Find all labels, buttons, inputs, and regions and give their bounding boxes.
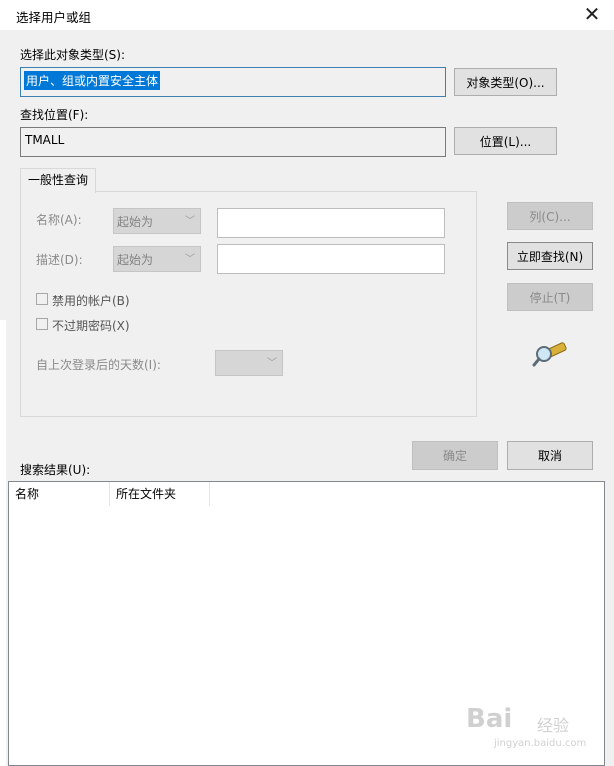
name-mode-value: 起始为 [117, 215, 154, 229]
object-type-field[interactable]: 用户、组或内置安全主体 [20, 67, 446, 97]
search-results-list[interactable]: 名称 所在文件夹 [8, 481, 605, 766]
location-value: TMALL [25, 133, 65, 147]
watermark-brand: Bai [466, 704, 513, 734]
column-header-folder[interactable]: 所在文件夹 [110, 482, 210, 506]
column-header-name[interactable]: 名称 [9, 482, 110, 506]
name-label: 名称(A): [36, 213, 82, 227]
days-since-logon-select[interactable]: ﹀ [215, 350, 283, 376]
object-types-button[interactable]: 对象类型(O)... [454, 68, 557, 96]
disabled-accounts-label: 禁用的帐户(B) [52, 294, 130, 308]
watermark-url: jingyan.baidu.com [494, 738, 587, 749]
object-type-label: 选择此对象类型(S): [20, 48, 126, 62]
background-edge [0, 320, 6, 766]
description-mode-value: 起始为 [117, 253, 154, 267]
window-title: 选择用户或组 [16, 10, 92, 25]
days-since-logon-label: 自上次登录后的天数(I): [36, 358, 161, 372]
tab-general-query[interactable]: 一般性查询 [20, 168, 96, 193]
location-field: TMALL [20, 127, 446, 157]
close-icon[interactable]: ✕ [580, 2, 604, 26]
watermark-brand-suffix: 经验 [537, 716, 570, 735]
locations-button[interactable]: 位置(L)... [454, 127, 557, 155]
cancel-button[interactable]: 取消 [507, 441, 593, 470]
title-bar [0, 0, 614, 30]
chevron-down-icon: ﹀ [267, 358, 277, 369]
description-label: 描述(D): [36, 253, 83, 267]
description-mode-select[interactable]: 起始为 ﹀ [113, 246, 201, 272]
description-input[interactable] [217, 244, 445, 274]
non-expiring-password-label: 不过期密码(X) [52, 319, 130, 333]
non-expiring-password-checkbox[interactable] [36, 318, 48, 330]
ok-button[interactable]: 确定 [412, 441, 498, 470]
columns-button[interactable]: 列(C)... [507, 202, 593, 230]
location-label: 查找位置(F): [20, 108, 89, 122]
find-now-button[interactable]: 立即查找(N) [507, 242, 593, 270]
flashlight-search-icon [532, 338, 568, 370]
name-input[interactable] [217, 208, 445, 238]
chevron-down-icon: ﹀ [185, 216, 195, 227]
disabled-accounts-checkbox[interactable] [36, 293, 48, 305]
stop-button[interactable]: 停止(T) [507, 283, 593, 311]
object-type-value: 用户、组或内置安全主体 [24, 71, 161, 90]
chevron-down-icon: ﹀ [185, 254, 195, 265]
search-results-label: 搜索结果(U): [20, 463, 91, 477]
name-mode-select[interactable]: 起始为 ﹀ [113, 208, 201, 234]
